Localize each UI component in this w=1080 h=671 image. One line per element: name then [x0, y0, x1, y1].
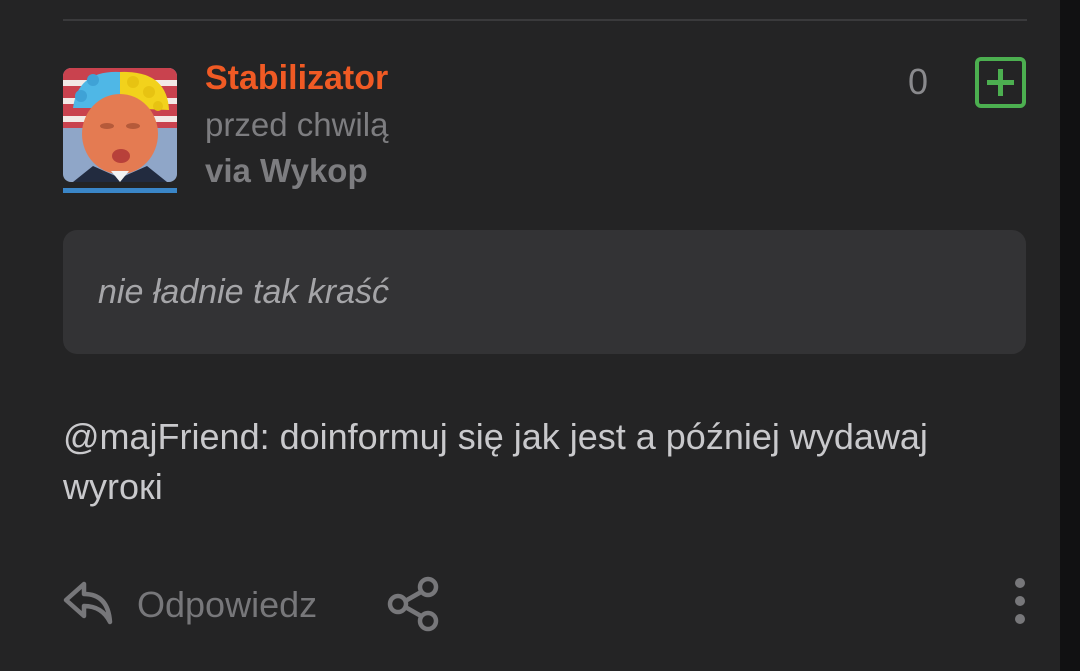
more-vertical-icon[interactable]	[1008, 576, 1032, 628]
timestamp: przed chwilą	[205, 106, 389, 143]
reply-icon[interactable]	[62, 578, 116, 628]
author-name[interactable]: Stabilizator	[205, 56, 388, 100]
plus-button[interactable]	[975, 57, 1026, 108]
via-source: via Wykop	[205, 152, 368, 189]
user-mention[interactable]: @majFriend:	[63, 416, 270, 457]
plus-icon	[987, 69, 1014, 96]
share-icon[interactable]	[384, 574, 444, 634]
side-scroll-strip	[1060, 0, 1080, 671]
reply-button[interactable]: Odpowiedz	[137, 582, 317, 628]
quote-text: nie ładnie tak kraść	[98, 273, 390, 311]
top-divider	[63, 19, 1027, 21]
avatar-underline	[63, 188, 177, 193]
vote-count: 0	[907, 61, 929, 102]
quote-block: nie ładnie tak kraść	[63, 230, 1026, 354]
avatar[interactable]	[63, 68, 177, 182]
comment-body: @majFriend: doinformuj się jak jest a pó…	[63, 412, 963, 512]
